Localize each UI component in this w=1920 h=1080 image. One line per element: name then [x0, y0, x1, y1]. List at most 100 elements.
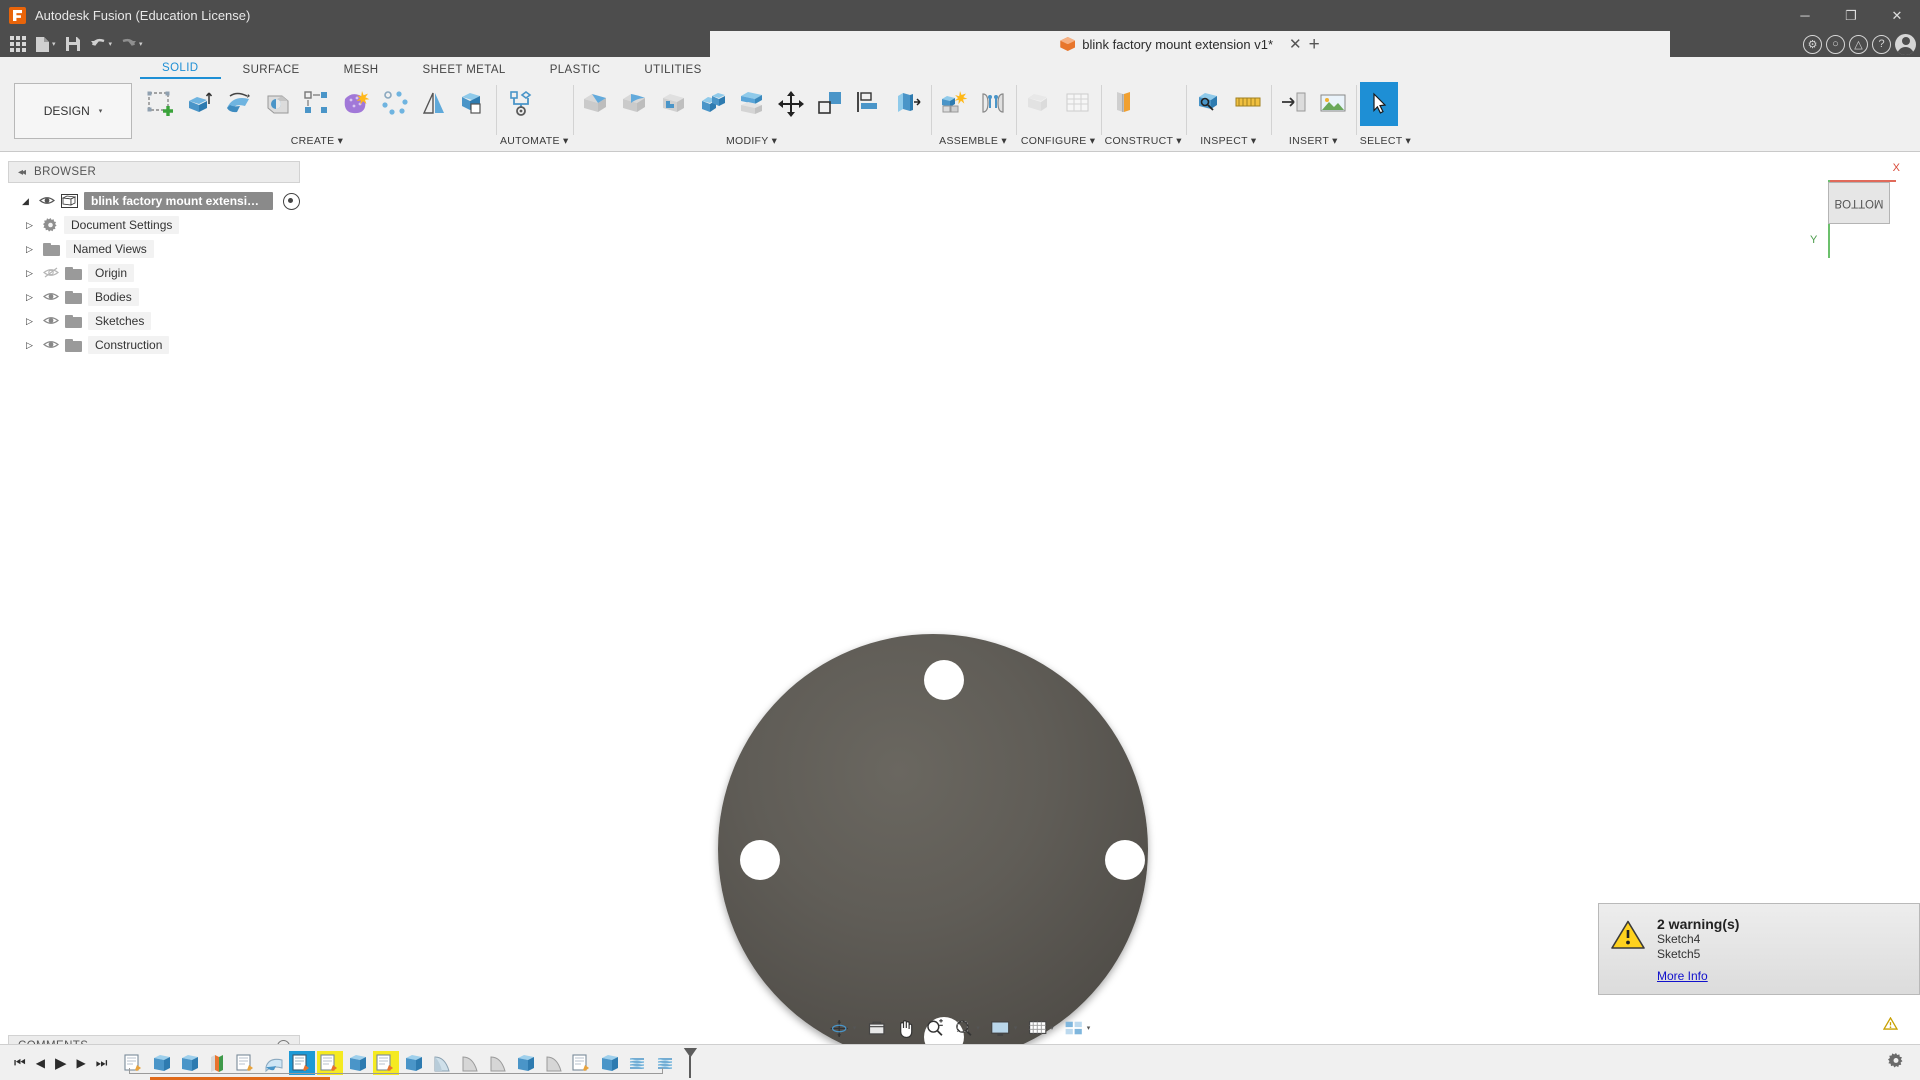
help-icon[interactable]: ? — [1872, 34, 1891, 54]
document-tab[interactable]: blink factory mount extension v1* — [1060, 37, 1273, 52]
canvas-button[interactable] — [1314, 82, 1352, 126]
pan-hand-tool[interactable] — [892, 1019, 918, 1038]
measure-button[interactable] — [1190, 82, 1228, 126]
chevron-down-icon[interactable]: ▾ — [1001, 135, 1007, 147]
mirror-button[interactable] — [415, 82, 453, 126]
circular-pattern-button[interactable] — [376, 82, 414, 126]
undo-icon[interactable]: ▾ — [87, 32, 116, 56]
warning-more-info-link[interactable]: More Info — [1657, 969, 1708, 983]
timeline-go-start-button[interactable]: ⏮ — [14, 1055, 26, 1071]
joint-button[interactable] — [974, 82, 1012, 126]
chevron-down-icon[interactable]: ▾ — [1405, 135, 1411, 147]
expand-arrow-icon[interactable]: ◢ — [22, 196, 33, 207]
visibility-eye-icon[interactable] — [39, 195, 55, 207]
app-grid-icon[interactable] — [6, 32, 30, 56]
draft-button[interactable] — [694, 82, 732, 126]
rectangular-pattern-button[interactable] — [298, 82, 336, 126]
extrude-button[interactable] — [181, 82, 219, 126]
chevron-down-icon[interactable]: ▾ — [52, 40, 56, 48]
chevron-down-icon[interactable]: ▾ — [1332, 135, 1338, 147]
shell-button[interactable] — [655, 82, 693, 126]
close-button[interactable]: ✕ — [1874, 0, 1920, 31]
tree-item-document-settings[interactable]: ▷ Document Settings — [8, 213, 300, 237]
tree-item-named-views[interactable]: ▷ Named Views — [8, 237, 300, 261]
new-document-tab-button[interactable]: + — [1309, 35, 1320, 54]
extensions-icon[interactable]: ⚙ — [1803, 34, 1822, 54]
notification-bell-icon[interactable]: △ — [1849, 34, 1868, 54]
chevron-down-icon[interactable]: ▾ — [109, 40, 113, 48]
document-tab-close-button[interactable]: ✕ — [1289, 35, 1302, 53]
timeline-play-button[interactable]: ▶ — [55, 1054, 67, 1072]
tab-mesh[interactable]: MESH — [322, 62, 401, 79]
tree-item-sketches[interactable]: ▷ Sketches — [8, 309, 300, 333]
fit-view-tool[interactable] — [863, 1020, 889, 1037]
flange-plate-disc[interactable] — [718, 634, 1148, 1064]
chevron-down-icon[interactable]: ▾ — [1090, 135, 1096, 147]
configuration-table-button[interactable] — [1059, 82, 1097, 126]
browser-header[interactable]: ◂◂ BROWSER — [8, 161, 300, 183]
chevron-down-icon[interactable]: ▾ — [853, 1024, 857, 1032]
tree-item-bodies[interactable]: ▷ Bodies — [8, 285, 300, 309]
revolve-button[interactable] — [220, 82, 258, 126]
workspace-selector[interactable]: DESIGN ▾ — [14, 83, 132, 139]
warning-status-icon[interactable] — [1882, 1016, 1899, 1035]
component-activate-radio[interactable] — [283, 192, 300, 210]
view-cube-face[interactable]: BOTTOM — [1828, 182, 1890, 224]
chevron-down-icon[interactable]: ▾ — [1176, 135, 1182, 147]
job-status-icon[interactable]: ○ — [1826, 34, 1845, 54]
warning-toast[interactable]: 2 warning(s) Sketch4 Sketch5 More Info — [1598, 903, 1920, 995]
cursor-select-button[interactable] — [1359, 82, 1398, 126]
tree-item-origin[interactable]: ▷ Origin — [8, 261, 300, 285]
redo-icon[interactable]: ▾ — [117, 32, 146, 56]
configure-button[interactable] — [1020, 82, 1058, 126]
offset-plane-button[interactable] — [1105, 82, 1143, 126]
chevron-down-icon[interactable]: ▾ — [1251, 135, 1257, 147]
sweep-button[interactable] — [259, 82, 297, 126]
chevron-down-icon[interactable]: ▾ — [772, 135, 778, 147]
timeline-go-end-button[interactable]: ⏭ — [96, 1055, 108, 1071]
chevron-down-icon[interactable]: ▾ — [1014, 1024, 1018, 1032]
combine-button[interactable] — [454, 82, 492, 126]
tree-item-root[interactable]: ◢ blink factory mount extension v1 — [8, 189, 300, 213]
offset-face-button[interactable] — [889, 82, 927, 126]
expand-arrow-icon[interactable]: ▷ — [26, 340, 37, 351]
expand-arrow-icon[interactable]: ▷ — [26, 316, 37, 327]
zoom-window-tool[interactable]: ▾ — [950, 1019, 984, 1037]
viewport[interactable]: ◂◂ BROWSER ◢ blink factory mount extensi… — [0, 152, 1920, 1065]
orbit-tool[interactable]: ▾ — [826, 1019, 861, 1038]
zoom-tool[interactable] — [921, 1019, 947, 1037]
grid-snaps-tool[interactable]: ▾ — [1024, 1020, 1058, 1036]
chevron-down-icon[interactable]: ▾ — [563, 135, 569, 147]
scale-button[interactable] — [733, 82, 771, 126]
maximize-button[interactable]: ❐ — [1828, 0, 1874, 31]
create-form-button[interactable] — [337, 82, 375, 126]
save-icon[interactable] — [61, 32, 85, 56]
chevron-down-icon[interactable]: ▾ — [1050, 1024, 1054, 1032]
multiple-views-tool[interactable]: ▾ — [1061, 1020, 1095, 1036]
tab-utilities[interactable]: UTILITIES — [622, 62, 723, 79]
minimize-button[interactable]: ─ — [1782, 0, 1828, 31]
user-avatar-icon[interactable] — [1895, 33, 1916, 55]
visibility-eye-icon[interactable] — [43, 315, 59, 327]
insert-derive-button[interactable] — [1275, 82, 1313, 126]
section-analysis-button[interactable] — [1229, 82, 1267, 126]
tab-sheet-metal[interactable]: SHEET METAL — [400, 62, 527, 79]
expand-arrow-icon[interactable]: ▷ — [26, 292, 37, 303]
chevron-down-icon[interactable]: ▾ — [139, 40, 143, 48]
tab-solid[interactable]: SOLID — [140, 60, 221, 79]
timeline-playhead-icon[interactable] — [683, 1048, 697, 1078]
automate-button[interactable] — [500, 82, 542, 126]
move-copy-button[interactable] — [772, 82, 810, 126]
chevron-down-icon[interactable]: ▾ — [338, 135, 344, 147]
visibility-eye-icon[interactable] — [43, 339, 59, 351]
align-button[interactable] — [811, 82, 849, 126]
chevron-down-icon[interactable]: ▾ — [976, 1024, 980, 1032]
press-pull-button[interactable] — [577, 82, 615, 126]
create-sketch-button[interactable] — [142, 82, 180, 126]
new-file-icon[interactable]: ▾ — [32, 32, 59, 56]
visibility-eye-hidden-icon[interactable] — [43, 267, 59, 279]
expand-arrow-icon[interactable]: ▷ — [26, 268, 37, 279]
model-body[interactable] — [718, 634, 1148, 1064]
tree-item-construction[interactable]: ▷ Construction — [8, 333, 300, 357]
expand-arrow-icon[interactable]: ▷ — [26, 220, 37, 231]
